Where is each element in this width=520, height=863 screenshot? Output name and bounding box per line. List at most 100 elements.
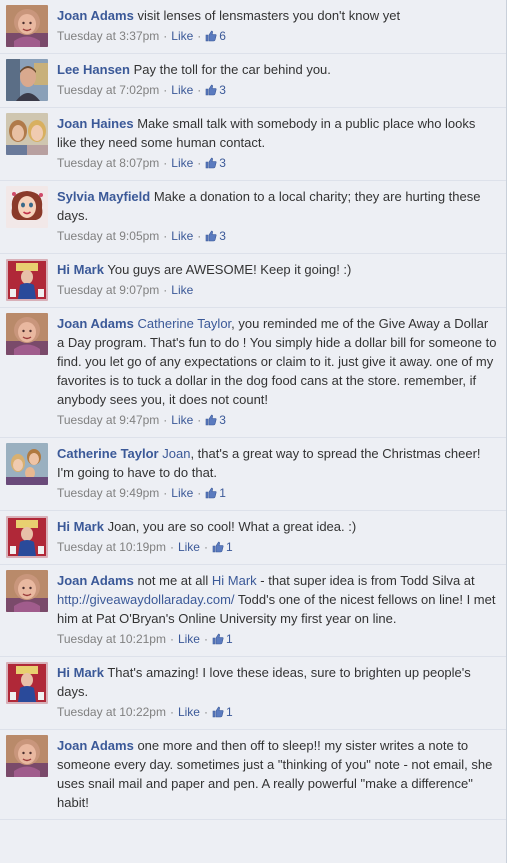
like-count-number: 1 bbox=[225, 632, 233, 646]
avatar-joan-adams[interactable] bbox=[6, 313, 48, 355]
like-button[interactable]: Like bbox=[171, 229, 193, 243]
like-count[interactable]: 1 bbox=[205, 486, 226, 500]
like-button[interactable]: Like bbox=[178, 705, 200, 719]
separator-dot: · bbox=[169, 540, 174, 554]
like-button[interactable]: Like bbox=[178, 632, 200, 646]
comment: Hi Mark Joan, you are so cool! What a gr… bbox=[0, 511, 506, 565]
comment-author-link[interactable]: Joan Adams bbox=[57, 8, 134, 23]
comment-spacer bbox=[57, 246, 498, 253]
like-button[interactable]: Like bbox=[171, 156, 193, 170]
comment-body: Joan Adams not me at all Hi Mark - that … bbox=[57, 571, 498, 628]
separator-dot: · bbox=[197, 486, 202, 500]
comment-author-link[interactable]: Joan Adams bbox=[57, 738, 134, 753]
avatar-hi-mark[interactable] bbox=[6, 516, 48, 558]
comment-spacer bbox=[57, 503, 498, 510]
like-count[interactable]: 3 bbox=[205, 229, 226, 243]
comment-author-link[interactable]: Hi Mark bbox=[57, 665, 104, 680]
like-count-number: 3 bbox=[219, 413, 226, 427]
like-button[interactable]: Like bbox=[171, 29, 193, 43]
thumbs-up-icon bbox=[212, 705, 226, 719]
comment-author-link[interactable]: Sylvia Mayfield bbox=[57, 189, 150, 204]
separator-dot: · bbox=[163, 486, 168, 500]
like-button[interactable]: Like bbox=[171, 413, 193, 427]
separator-dot: · bbox=[197, 156, 202, 170]
avatar-joan-adams[interactable] bbox=[6, 5, 48, 47]
like-count[interactable]: 1 bbox=[212, 540, 233, 554]
mention-link[interactable]: Joan bbox=[162, 446, 190, 461]
like-button[interactable]: Like bbox=[171, 283, 193, 297]
thumbs-up-icon bbox=[205, 486, 219, 500]
comment-body: Joan Adams Catherine Taylor, you reminde… bbox=[57, 314, 498, 409]
thumbs-up-icon bbox=[205, 413, 219, 427]
avatar-joan-haines[interactable] bbox=[6, 113, 48, 155]
comment-timestamp[interactable]: Tuesday at 3:37pm bbox=[57, 29, 159, 43]
like-count-number: 1 bbox=[219, 486, 226, 500]
separator-dot: · bbox=[169, 632, 174, 646]
comment-author-link[interactable]: Joan Adams bbox=[57, 316, 134, 331]
comment-body: Joan Adams one more and then off to slee… bbox=[57, 736, 498, 812]
avatar-joan-adams[interactable] bbox=[6, 735, 48, 777]
comment-body: Catherine Taylor Joan, that's a great wa… bbox=[57, 444, 498, 482]
like-count[interactable]: 3 bbox=[205, 156, 226, 170]
comment-spacer bbox=[57, 430, 498, 437]
comment-timestamp[interactable]: Tuesday at 10:22pm bbox=[57, 705, 166, 719]
comment-timestamp[interactable]: Tuesday at 9:07pm bbox=[57, 283, 159, 297]
mention-link[interactable]: http://giveawaydollaraday.com/ bbox=[57, 592, 235, 607]
comment-text: visit lenses of lensmasters you don't kn… bbox=[137, 8, 401, 23]
comment-body: Hi Mark That's amazing! I love these ide… bbox=[57, 663, 498, 701]
mention-link[interactable]: Hi Mark bbox=[212, 573, 257, 588]
comment-timestamp[interactable]: Tuesday at 7:02pm bbox=[57, 83, 159, 97]
comment: Joan Haines Make small talk with somebod… bbox=[0, 108, 506, 181]
comment-timestamp[interactable]: Tuesday at 10:19pm bbox=[57, 540, 166, 554]
thumbs-up-icon bbox=[205, 229, 219, 243]
comment-timestamp[interactable]: Tuesday at 9:49pm bbox=[57, 486, 159, 500]
comment-spacer bbox=[57, 100, 498, 107]
avatar-joan-adams[interactable] bbox=[6, 570, 48, 612]
comment-author-link[interactable]: Joan Adams bbox=[57, 573, 134, 588]
comment-text: That's amazing! I love these ideas, sure… bbox=[57, 665, 471, 699]
comment: Joan Adams visit lenses of lensmasters y… bbox=[0, 0, 506, 54]
comment-text: - that super idea is from Todd Silva at bbox=[256, 573, 475, 588]
like-count-number: 6 bbox=[219, 29, 226, 43]
avatar-hi-mark[interactable] bbox=[6, 662, 48, 704]
comment-timestamp[interactable]: Tuesday at 8:07pm bbox=[57, 156, 159, 170]
comment-author-link[interactable]: Hi Mark bbox=[57, 519, 104, 534]
avatar-sylvia-mayfield[interactable] bbox=[6, 186, 48, 228]
comment-body: Hi Mark Joan, you are so cool! What a gr… bbox=[57, 517, 498, 536]
like-count[interactable]: 1 bbox=[212, 705, 233, 719]
like-button[interactable]: Like bbox=[171, 486, 193, 500]
thumbs-up-icon bbox=[212, 540, 226, 554]
comment-body: Joan Haines Make small talk with somebod… bbox=[57, 114, 498, 152]
comment-meta: Tuesday at 10:22pm · Like · 1 bbox=[57, 702, 498, 722]
comment-meta: Tuesday at 3:37pm · Like · 6 bbox=[57, 26, 498, 46]
like-count[interactable]: 6 bbox=[205, 29, 226, 43]
separator-dot: · bbox=[163, 156, 168, 170]
like-button[interactable]: Like bbox=[178, 540, 200, 554]
comment-author-link[interactable]: Joan Haines bbox=[57, 116, 134, 131]
comment-timestamp[interactable]: Tuesday at 10:21pm bbox=[57, 632, 166, 646]
comment-author-link[interactable]: Lee Hansen bbox=[57, 62, 130, 77]
comment-text: Joan, you are so cool! What a great idea… bbox=[107, 519, 357, 534]
comment-meta: Tuesday at 10:21pm · Like · 1 bbox=[57, 629, 498, 649]
like-count[interactable]: 3 bbox=[205, 413, 226, 427]
comment-spacer bbox=[57, 649, 498, 656]
comment-timestamp[interactable]: Tuesday at 9:47pm bbox=[57, 413, 159, 427]
thumbs-up-icon bbox=[205, 156, 219, 170]
mention-link[interactable]: Catherine Taylor bbox=[137, 316, 231, 331]
like-count[interactable]: 3 bbox=[205, 83, 226, 97]
avatar-catherine-taylor[interactable] bbox=[6, 443, 48, 485]
comment: Hi Mark You guys are AWESOME! Keep it go… bbox=[0, 254, 506, 308]
comment-timestamp[interactable]: Tuesday at 9:05pm bbox=[57, 229, 159, 243]
like-count[interactable]: 1 bbox=[212, 632, 233, 646]
avatar-hi-mark[interactable] bbox=[6, 259, 48, 301]
comment-text: not me at all bbox=[137, 573, 212, 588]
comment: Joan Adams not me at all Hi Mark - that … bbox=[0, 565, 506, 657]
avatar-lee-hansen[interactable] bbox=[6, 59, 48, 101]
like-button[interactable]: Like bbox=[171, 83, 193, 97]
separator-dot: · bbox=[203, 540, 208, 554]
comment: Sylvia Mayfield Make a donation to a loc… bbox=[0, 181, 506, 254]
comment-author-link[interactable]: Catherine Taylor bbox=[57, 446, 159, 461]
comment-author-link[interactable]: Hi Mark bbox=[57, 262, 104, 277]
separator-dot: · bbox=[203, 632, 208, 646]
comment-body: Hi Mark You guys are AWESOME! Keep it go… bbox=[57, 260, 498, 279]
